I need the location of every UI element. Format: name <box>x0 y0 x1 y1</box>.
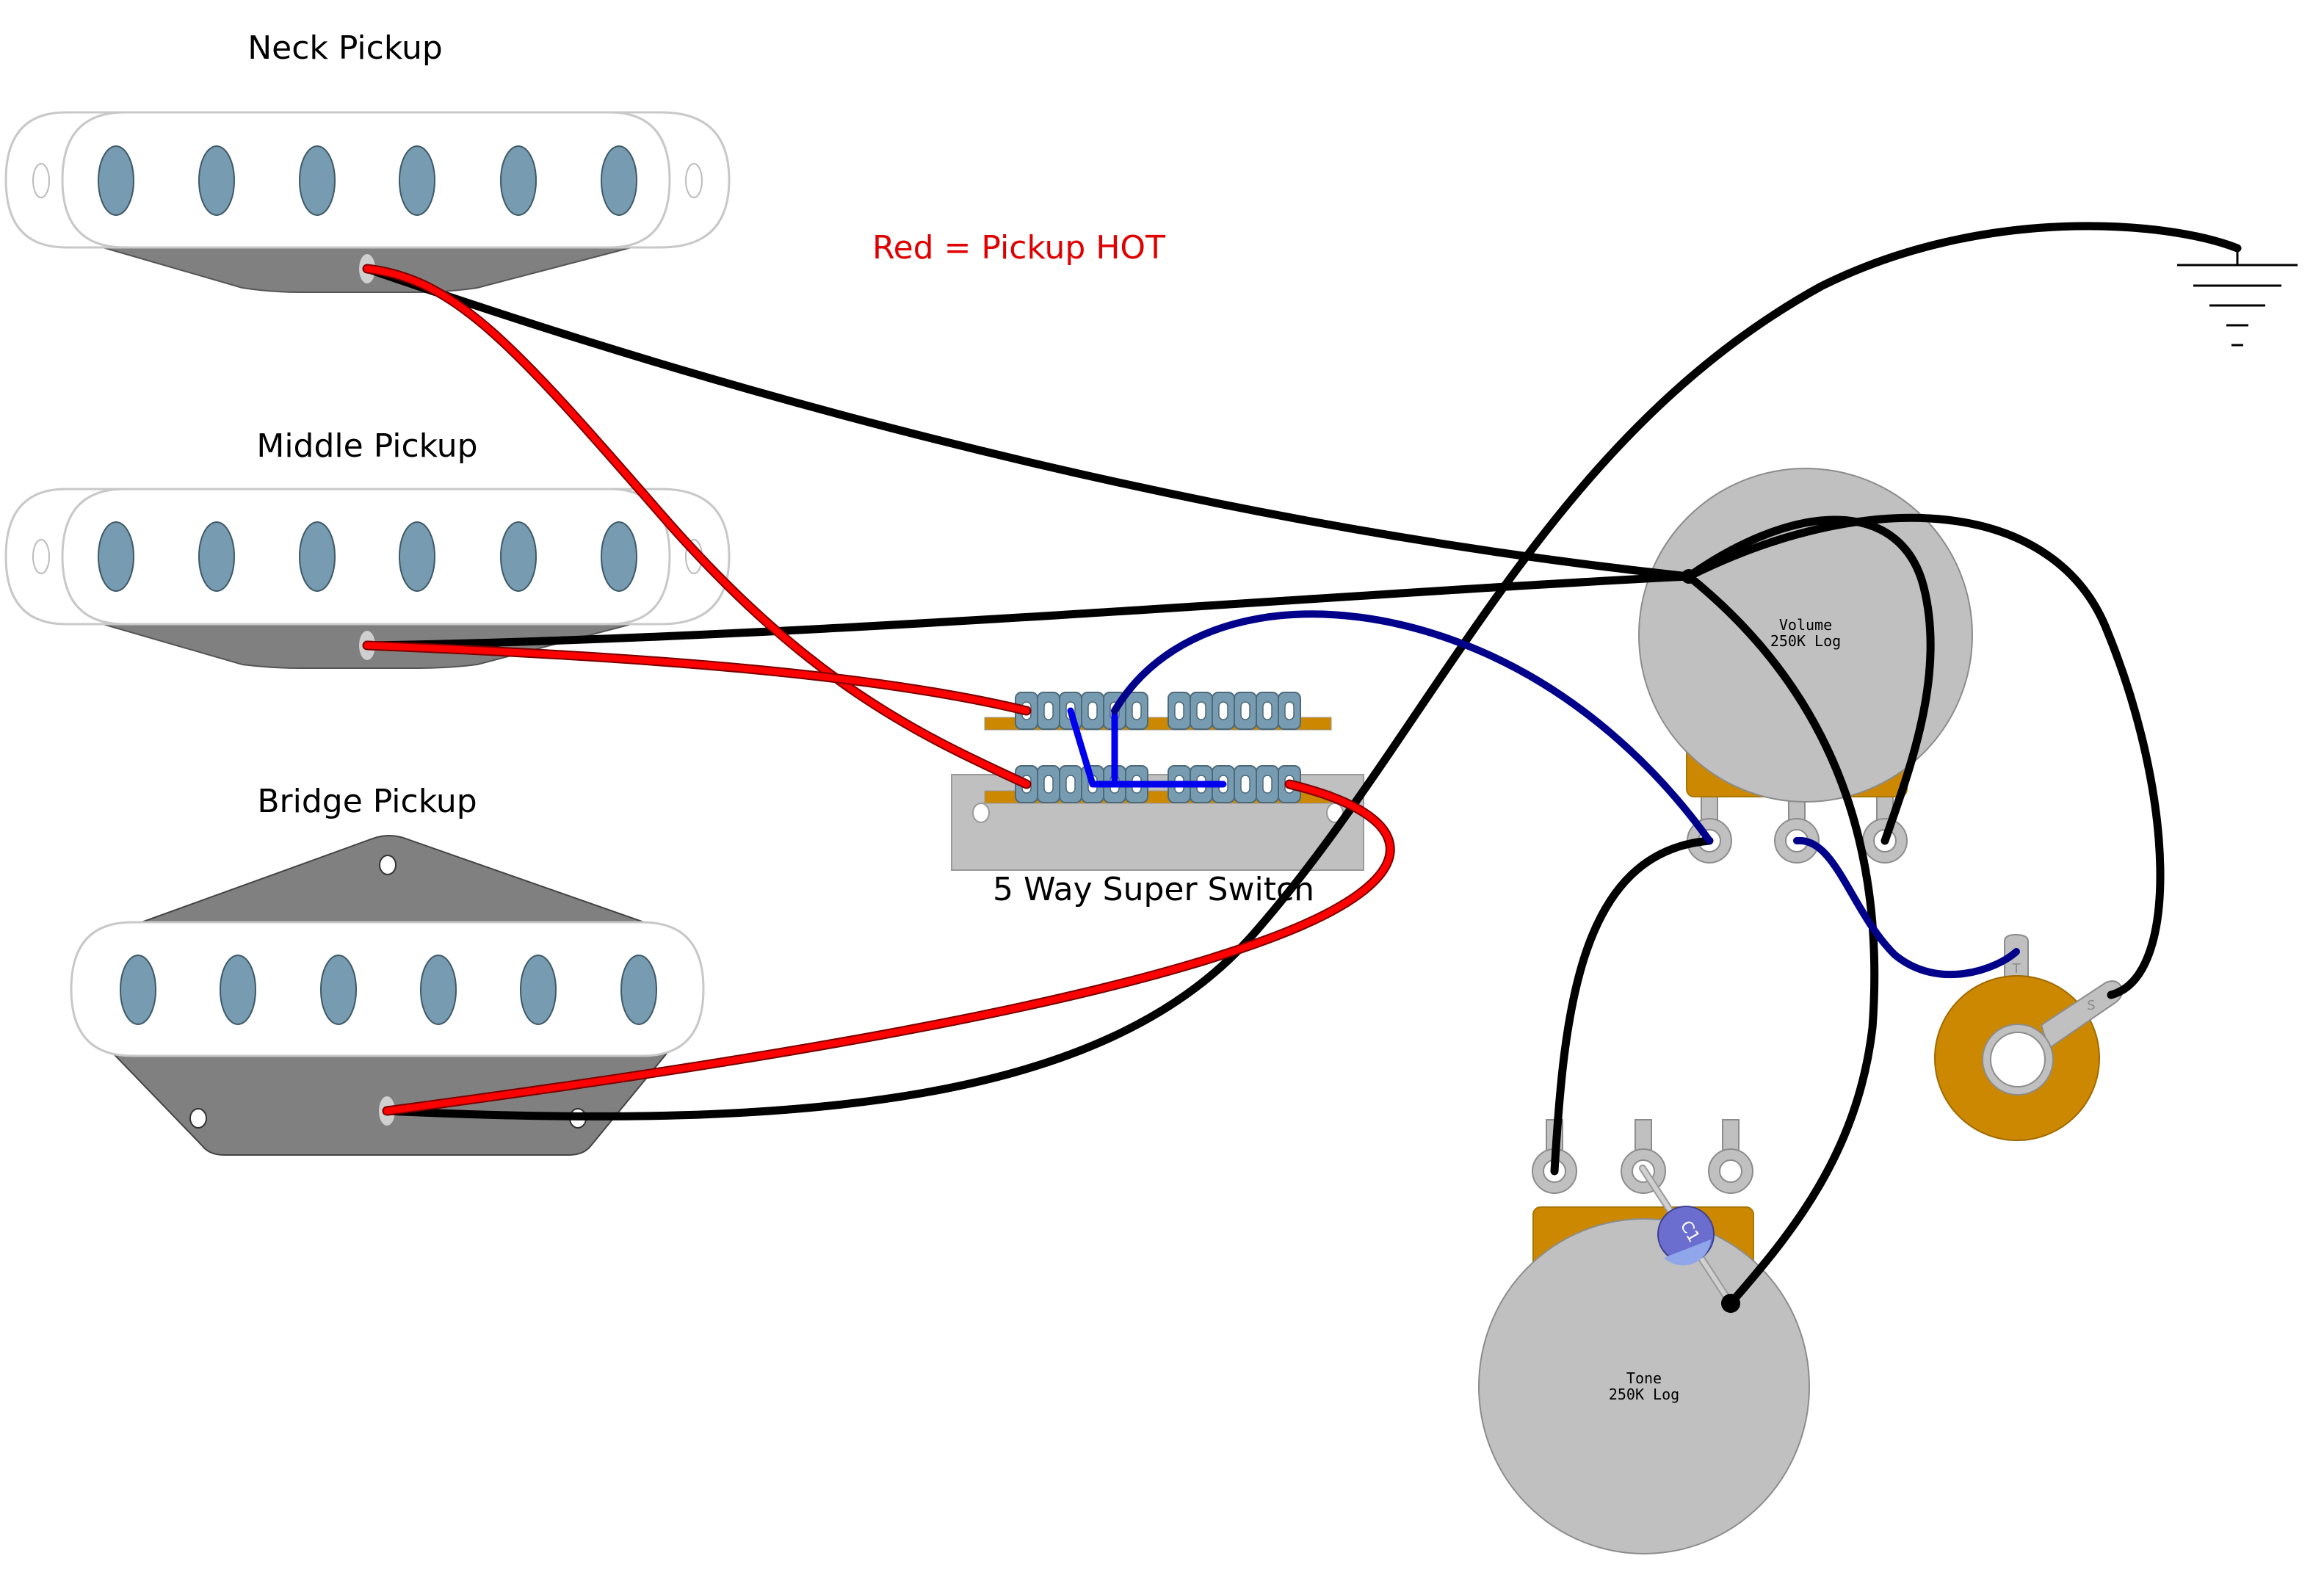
pole-piece <box>520 955 557 1025</box>
mounting-hole <box>32 163 50 198</box>
pole-piece <box>500 521 537 592</box>
pole-piece <box>299 521 336 592</box>
volume-pot-name: Volume <box>1779 616 1832 634</box>
pole-piece <box>198 521 235 592</box>
jack-sleeve-label: S <box>2087 998 2095 1013</box>
neck-pickup: Neck Pickup <box>4 29 731 293</box>
jack-hole <box>1990 1032 2046 1087</box>
pole-piece <box>399 145 435 216</box>
mounting-hole <box>685 163 703 198</box>
neck-pickup-label: Neck Pickup <box>247 29 443 67</box>
tone-lug-3 <box>1708 1119 1753 1194</box>
volume-to-jack-tip-wire <box>1793 836 2020 979</box>
pole-piece <box>198 145 235 216</box>
neck-cover-inner <box>61 111 671 249</box>
pole-piece <box>601 521 637 592</box>
ground-icon <box>2177 248 2298 347</box>
pole-piece <box>601 145 637 216</box>
pole-piece <box>120 955 156 1025</box>
volume-pot: Volume 250K Log <box>1638 468 1973 863</box>
switch-mount-hole <box>972 803 990 823</box>
solder-joint <box>1682 569 1696 584</box>
tone-lug-2 <box>1621 1119 1666 1194</box>
tone-pot-name: Tone <box>1626 1369 1662 1387</box>
tone-pot-value: 250K Log <box>1609 1386 1679 1403</box>
bridge-pickup-label: Bridge Pickup <box>257 783 477 820</box>
mounting-hole <box>189 1108 207 1129</box>
pole-piece <box>299 145 336 216</box>
bridge-cover <box>70 921 705 1057</box>
pole-piece <box>620 955 657 1025</box>
pole-piece <box>320 955 357 1025</box>
tone-pot: Tone 250K Log <box>1478 1119 1810 1554</box>
pole-piece <box>220 955 256 1025</box>
wiring-diagram: Neck Pickup Middle Pickup Bridge Pickup … <box>4 29 2298 1554</box>
middle-cover-inner <box>61 488 671 626</box>
bridge-pickup: Bridge Pickup <box>70 783 705 1156</box>
pole-piece <box>420 955 457 1025</box>
switch-label: 5 Way Super Switch <box>993 871 1314 908</box>
bridge-baseplate-top <box>139 835 647 924</box>
pole-piece <box>98 521 134 592</box>
mounting-hole <box>32 539 50 574</box>
solder-joint <box>1721 1294 1740 1313</box>
pole-piece <box>399 521 435 592</box>
volume-pot-value: 250K Log <box>1770 632 1841 650</box>
middle-pickup-label: Middle Pickup <box>256 427 477 465</box>
legend-note: Red = Pickup HOT <box>872 229 1165 267</box>
mounting-hole <box>379 855 397 875</box>
pole-piece <box>98 145 134 216</box>
tone-to-volume-wire <box>1550 836 1714 1176</box>
output-jack: T S <box>1934 933 2124 1141</box>
jack-tip-label: T <box>2012 961 2021 977</box>
pole-piece <box>500 145 537 216</box>
